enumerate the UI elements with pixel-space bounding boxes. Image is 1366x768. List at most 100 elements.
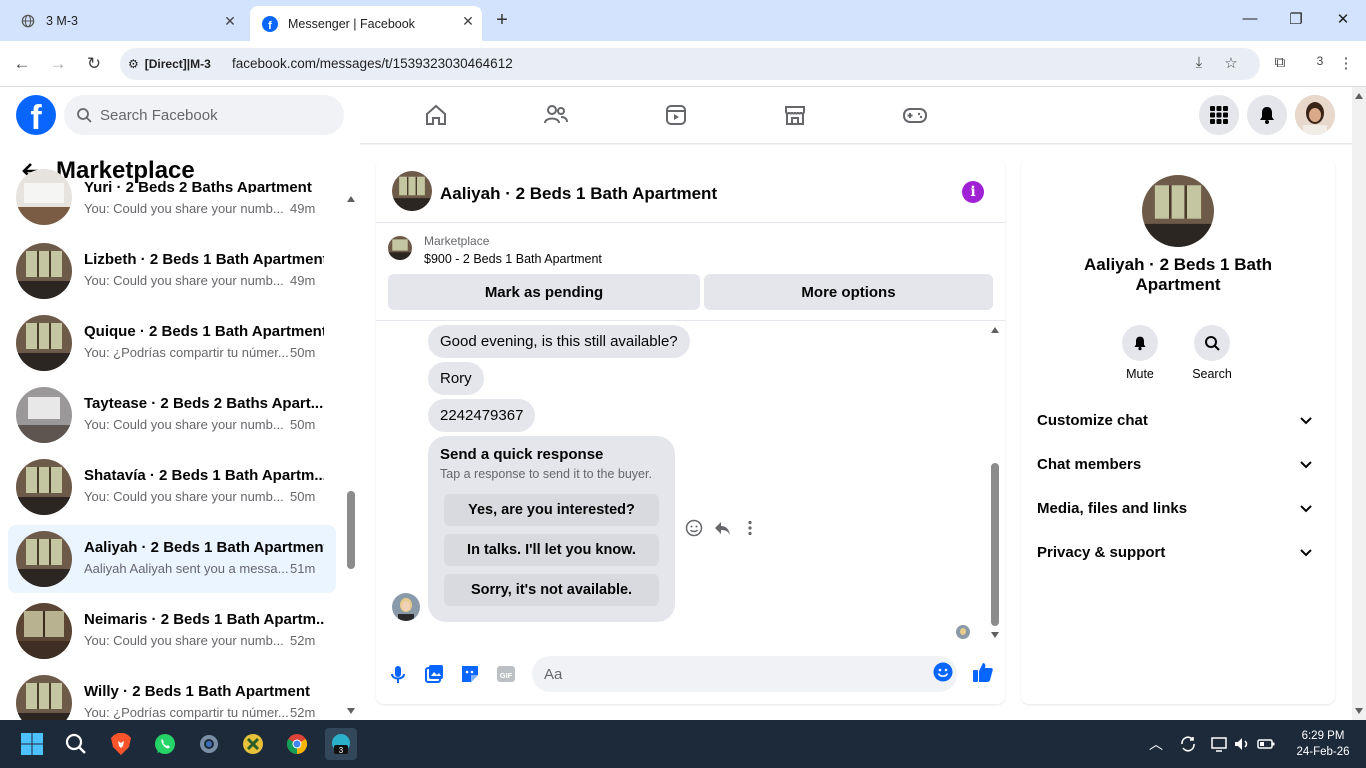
conversation-list-scrollbar[interactable] (346, 191, 356, 718)
listing-title[interactable]: $900 - 2 Beds 1 Bath Apartment (424, 252, 602, 266)
chat-window: Aaliyah · 2 Beds 1 Bath Apartment i Mark… (376, 159, 1005, 704)
conversation-item[interactable]: Yuri · 2 Beds 2 Baths Apartment You: Cou… (8, 169, 336, 241)
conversation-preview: Aaliyah Aaliyah sent you a messa... 51m (84, 561, 316, 576)
conversation-item[interactable]: Taytease · 2 Beds 2 Baths Apart... You: … (8, 381, 336, 449)
conversation-item[interactable]: Shatavía · 2 Beds 1 Bath Apartm... You: … (8, 453, 336, 521)
conversation-preview: You: Could you share your numb... 52m (84, 633, 316, 648)
menu-kebab-icon[interactable]: ⋮ (1336, 54, 1356, 74)
message-input[interactable] (532, 656, 957, 692)
close-tab-icon[interactable]: ✕ (460, 13, 476, 29)
reply-icon[interactable] (712, 518, 732, 538)
quick-response-option[interactable]: In talks. I'll let you know. (444, 534, 659, 566)
close-tab-icon[interactable]: ✕ (222, 13, 238, 29)
mark-as-pending-button[interactable]: Mark as pending (388, 274, 700, 310)
restore-icon[interactable]: ❐ (1286, 10, 1306, 30)
search-box[interactable] (64, 95, 344, 135)
active-app-icon[interactable]: 3 (325, 728, 357, 760)
conversation-preview: You: ¿Podrías compartir tu númer... 50m (84, 345, 316, 360)
reload-icon[interactable]: ↻ (83, 53, 105, 75)
tab-inactive[interactable]: 3 M-3 ✕ (8, 6, 244, 36)
gif-icon[interactable]: GIF (494, 662, 518, 686)
chat-title[interactable]: Aaliyah · 2 Beds 1 Bath Apartment (440, 184, 717, 204)
listing-thumbnail[interactable] (388, 236, 412, 260)
forward-icon[interactable]: → (47, 53, 69, 75)
back-icon[interactable]: ← (11, 53, 33, 75)
new-tab-icon[interactable]: + (492, 10, 512, 30)
app-shortcut-icon[interactable] (237, 728, 269, 760)
clock-date: 24-Feb-26 (1296, 746, 1350, 758)
mute-button[interactable]: Mute (1110, 325, 1170, 381)
notifications-bell-icon[interactable] (1247, 95, 1287, 135)
search-in-chat-button[interactable]: Search (1182, 325, 1242, 381)
sync-icon[interactable] (1172, 728, 1204, 760)
chevron-up-icon[interactable]: ︿ (1140, 728, 1172, 760)
profile-avatar[interactable] (1295, 95, 1335, 135)
conversation-name: Neimaris · 2 Beds 1 Bath Apartm... (84, 611, 324, 628)
details-avatar[interactable] (1142, 175, 1214, 247)
mute-label: Mute (1126, 367, 1154, 381)
minimize-icon[interactable]: — (1240, 10, 1260, 30)
thumbs-up-icon[interactable] (971, 660, 995, 684)
conversation-avatar (16, 243, 72, 299)
sender-avatar[interactable] (392, 593, 420, 621)
message-bubble[interactable]: Rory (428, 362, 484, 395)
marketplace-icon[interactable] (779, 99, 811, 131)
friends-icon[interactable] (540, 99, 572, 131)
chat-scrollbar[interactable] (990, 323, 1000, 643)
url-text[interactable]: facebook.com/messages/t/1539323030464612 (232, 56, 513, 71)
more-actions-icon[interactable] (740, 518, 760, 538)
conversation-item-active[interactable]: Aaliyah · 2 Beds 1 Bath Apartment Aaliya… (8, 525, 336, 593)
chat-avatar[interactable] (392, 171, 432, 211)
customize-chat-section[interactable]: Customize chat (1029, 399, 1327, 443)
more-options-button[interactable]: More options (704, 274, 993, 310)
facebook-logo-icon[interactable]: f (16, 95, 56, 135)
photo-icon[interactable] (422, 662, 446, 686)
info-icon[interactable]: i (962, 181, 984, 203)
privacy-support-section[interactable]: Privacy & support (1029, 531, 1327, 575)
page-scrollbar[interactable] (1352, 87, 1366, 720)
sticker-icon[interactable] (458, 662, 482, 686)
home-icon[interactable] (420, 99, 452, 131)
tab-search-icon[interactable]: ⧉ (1270, 54, 1290, 74)
conversation-item[interactable]: Lizbeth · 2 Beds 1 Bath Apartment You: C… (8, 237, 336, 305)
bookmark-star-icon[interactable]: ☆ (1221, 54, 1241, 74)
quick-response-option[interactable]: Yes, are you interested? (444, 494, 659, 526)
install-app-icon[interactable]: ⤓ (1189, 54, 1209, 74)
section-label: Privacy & support (1037, 544, 1166, 561)
microphone-icon[interactable] (386, 662, 410, 686)
conversation-name: Willy · 2 Beds 1 Bath Apartment (84, 683, 311, 700)
site-info-chip[interactable]: ⚙ [Direct]|M-3 (128, 54, 211, 74)
address-bar[interactable]: ⚙ [Direct]|M-3 facebook.com/messages/t/1… (120, 48, 1260, 80)
emoji-icon[interactable] (931, 660, 955, 684)
video-icon[interactable] (660, 99, 692, 131)
conversation-item[interactable]: Neimaris · 2 Beds 1 Bath Apartm... You: … (8, 597, 336, 665)
battery-icon[interactable] (1250, 728, 1282, 760)
search-input[interactable] (100, 106, 320, 124)
marketplace-conversation-list: Marketplace Yuri · 2 Beds 2 Baths Apartm… (0, 143, 360, 720)
menu-grid-icon[interactable] (1199, 95, 1239, 135)
chrome-icon[interactable] (281, 728, 313, 760)
gaming-icon[interactable] (899, 99, 931, 131)
browser-toolbar: ← → ↻ ⚙ [Direct]|M-3 facebook.com/messag… (0, 41, 1366, 87)
profile-count[interactable]: 3 (1310, 54, 1330, 74)
conversation-preview: You: Could you share your numb... 49m (84, 273, 316, 288)
message-bubble[interactable]: Good evening, is this still available? (428, 325, 690, 358)
settings-gear-icon[interactable] (193, 728, 225, 760)
react-emoji-icon[interactable] (684, 518, 704, 538)
details-name: Aaliyah · 2 Beds 1 Bath Apartment (1083, 255, 1272, 294)
tab-active[interactable]: f Messenger | Facebook ✕ (250, 6, 482, 41)
system-clock[interactable]: 6:29 PM 24-Feb-26 (1290, 728, 1356, 760)
close-window-icon[interactable]: ✕ (1333, 10, 1353, 30)
whatsapp-icon[interactable] (149, 728, 181, 760)
message-bubble[interactable]: 2242479367 (428, 399, 536, 432)
conversation-item[interactable]: Quique · 2 Beds 1 Bath Apartment You: ¿P… (8, 309, 336, 377)
media-files-links-section[interactable]: Media, files and links (1029, 487, 1327, 531)
quick-response-subtitle: Tap a response to send it to the buyer. (440, 467, 652, 481)
brave-browser-icon[interactable] (105, 728, 137, 760)
chat-members-section[interactable]: Chat members (1029, 443, 1327, 487)
tab-title: Messenger | Facebook (288, 16, 415, 31)
search-icon[interactable] (60, 728, 92, 760)
conversation-item[interactable]: Willy · 2 Beds 1 Bath Apartment You: ¿Po… (8, 669, 336, 720)
windows-start-icon[interactable] (16, 728, 48, 760)
quick-response-option[interactable]: Sorry, it's not available. (444, 574, 659, 606)
